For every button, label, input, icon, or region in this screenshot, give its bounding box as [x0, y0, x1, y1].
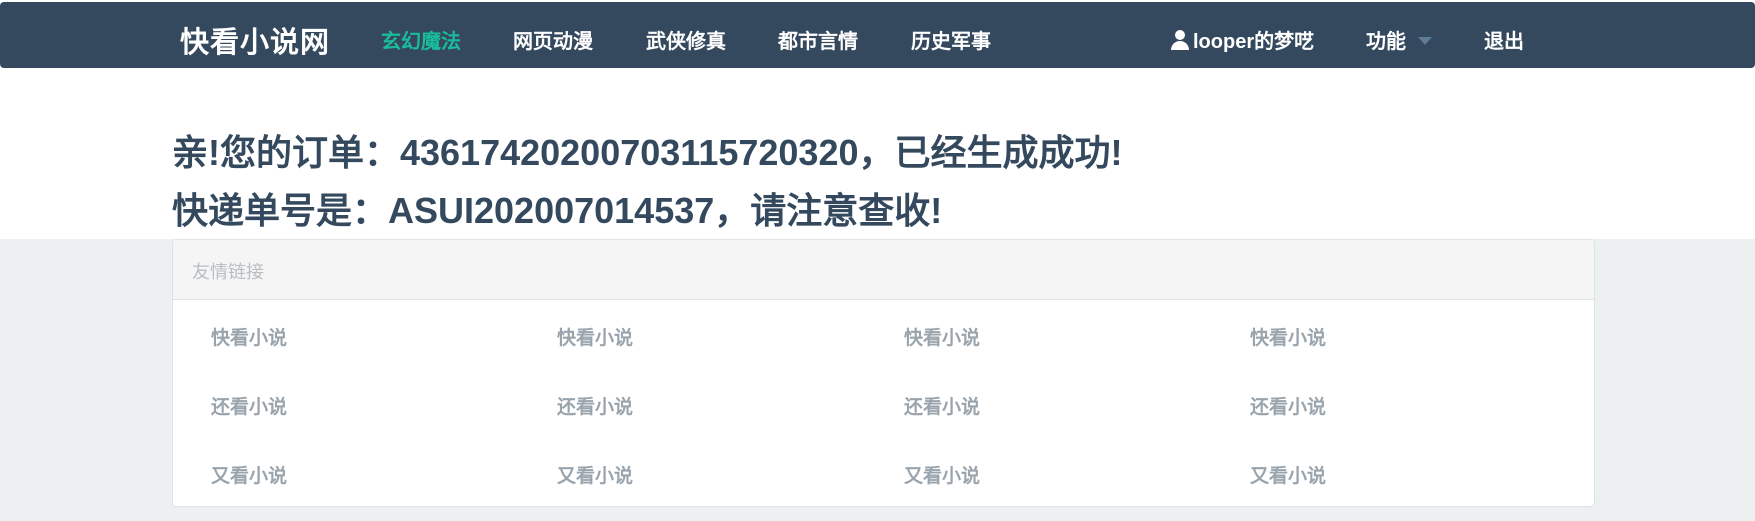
- friend-link[interactable]: 快看小说: [904, 323, 980, 350]
- user-menu[interactable]: looper的梦呓: [1171, 25, 1314, 54]
- site-brand[interactable]: 快看小说网: [180, 19, 330, 61]
- friend-link[interactable]: 又看小说: [557, 461, 633, 488]
- friend-link[interactable]: 又看小说: [211, 461, 287, 488]
- top-navbar: 快看小说网 玄幻魔法 网页动漫 武侠修真 都市言情 历史军事 looper的梦呓…: [0, 2, 1755, 68]
- user-name: looper的梦呓: [1193, 31, 1315, 53]
- friend-link[interactable]: 快看小说: [211, 323, 287, 350]
- tracking-number-message: 快递单号是：ASUI202007014537，请注意查收!: [172, 190, 943, 231]
- nav-item-xuanhuan[interactable]: 玄幻魔法: [381, 25, 461, 54]
- nav-item-history[interactable]: 历史军事: [911, 25, 991, 54]
- friend-link[interactable]: 快看小说: [1250, 323, 1326, 350]
- nav-item-wuxia[interactable]: 武侠修真: [646, 25, 726, 54]
- logout-link[interactable]: 退出: [1484, 25, 1524, 54]
- order-success-message: 亲!您的订单：43617420200703115720320，已经生成成功!: [172, 132, 1123, 173]
- nav-item-anime[interactable]: 网页动漫: [513, 25, 593, 54]
- friend-links-heading: 友情链接: [173, 240, 1594, 300]
- friend-links-panel: 友情链接 快看小说 快看小说 快看小说 快看小说 还看小说 还看小说 还看小说 …: [172, 239, 1595, 507]
- friend-link[interactable]: 快看小说: [557, 323, 633, 350]
- friend-link[interactable]: 又看小说: [1250, 461, 1326, 488]
- caret-down-icon: [1418, 37, 1432, 45]
- nav-item-romance[interactable]: 都市言情: [778, 25, 858, 54]
- friend-link[interactable]: 又看小说: [904, 461, 980, 488]
- functions-dropdown[interactable]: 功能: [1366, 25, 1432, 54]
- friend-link[interactable]: 还看小说: [557, 392, 633, 419]
- friend-link[interactable]: 还看小说: [904, 392, 980, 419]
- user-icon: [1171, 30, 1189, 50]
- friend-link[interactable]: 还看小说: [211, 392, 287, 419]
- functions-label: 功能: [1366, 31, 1406, 53]
- friend-link[interactable]: 还看小说: [1250, 392, 1326, 419]
